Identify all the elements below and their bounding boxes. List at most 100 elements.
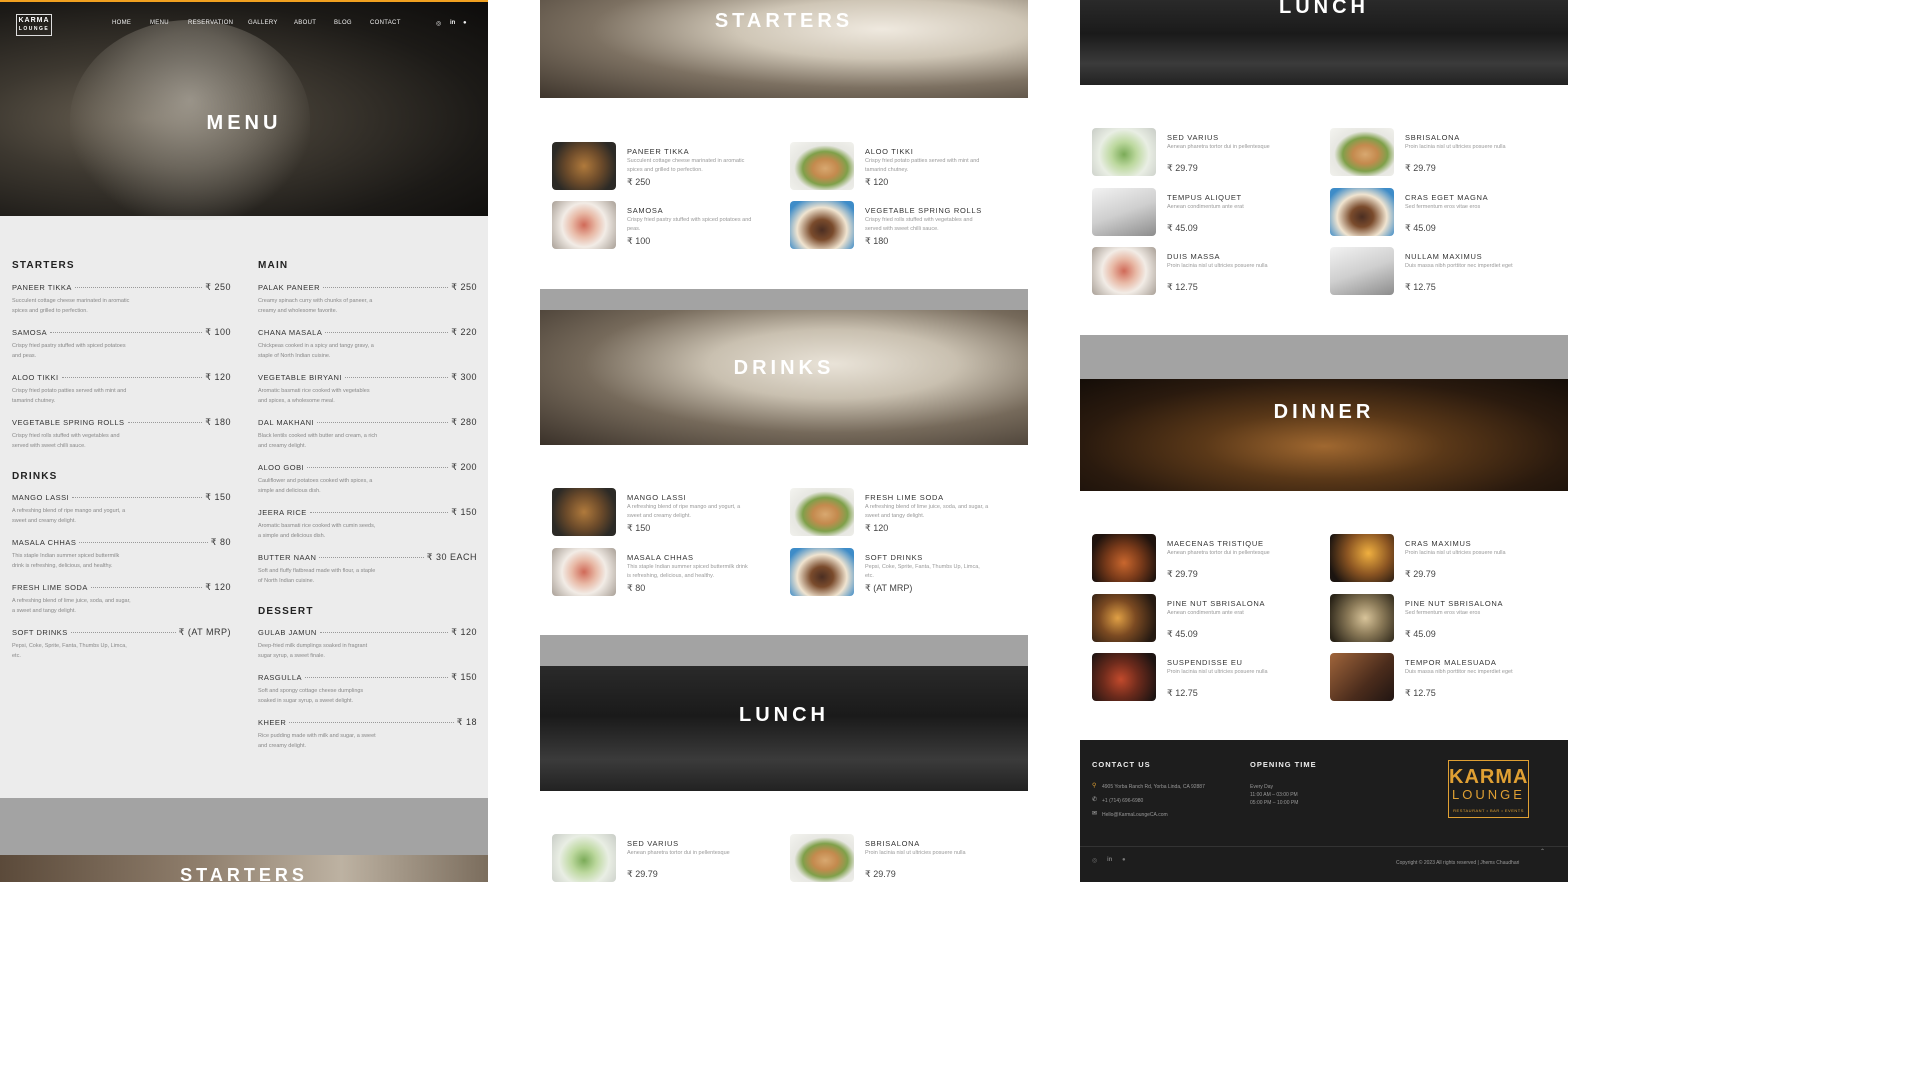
menu-card[interactable]: CRAS MAXIMUS Proin lacinia nisl ut ultri… <box>1330 534 1560 584</box>
dish-photo <box>552 142 616 190</box>
nav-menu[interactable]: MENU <box>150 20 169 26</box>
back-to-top-icon[interactable]: ⌃ <box>1540 848 1545 855</box>
menu-card[interactable]: MASALA CHHAS This staple Indian summer s… <box>552 548 782 598</box>
list-item: RASGULLA ₹ 150 Soft and spongy cottage ch… <box>258 672 477 704</box>
list-item: VEGETABLE SPRING ROLLS ₹ 180 Crispy fried… <box>12 417 231 449</box>
phone-icon: ✆ <box>1092 797 1098 803</box>
dish-photo <box>1330 128 1394 176</box>
menu-card[interactable]: SBRISALONA Proin lacinia nisl ut ultrici… <box>790 834 1020 882</box>
linkedin-icon[interactable]: in <box>450 20 455 26</box>
hours-dinner: 05:00 PM – 10:00 PM <box>1250 800 1299 806</box>
menu-card[interactable]: SBRISALONA Proin lacinia nisl ut ultrici… <box>1330 128 1560 178</box>
menu-card[interactable]: PINE NUT SBRISALONA Sed fermentum eros v… <box>1330 594 1560 644</box>
menu-card[interactable]: TEMPUS ALIQUET Aenean condimentum ante e… <box>1092 188 1322 238</box>
list-item: SOFT DRINKS ₹ (AT MRP) Pepsi, Coke, Sprit… <box>12 627 231 659</box>
footer-email[interactable]: Hello@KarmaLoungeCA.com <box>1102 811 1168 819</box>
menu-card[interactable]: DUIS MASSA Proin lacinia nisl ut ultrici… <box>1092 247 1322 297</box>
location-icon: ⚲ <box>1092 783 1097 789</box>
list-item: ALOO GOBI ₹ 200 Cauliflower and potatoes … <box>258 462 477 494</box>
menu-card[interactable]: FRESH LIME SODA A refreshing blend of li… <box>790 488 1020 538</box>
dish-photo <box>1092 594 1156 642</box>
nav-about[interactable]: ABOUT <box>294 20 316 26</box>
menu-card[interactable]: NULLAM MAXIMUS Duis massa nibh porttitor… <box>1330 247 1560 297</box>
nav-reservation[interactable]: RESERVATION <box>188 20 233 26</box>
dish-photo <box>1330 653 1394 701</box>
dish-photo <box>1330 188 1394 236</box>
page-title: MENU <box>206 112 282 134</box>
list-item: FRESH LIME SODA ₹ 120 A refreshing blend … <box>12 582 231 614</box>
section-heading-main: MAIN <box>258 260 289 271</box>
dish-photo <box>552 201 616 249</box>
list-item: CHANA MASALA ₹ 220 Chickpeas cooked in a … <box>258 327 477 359</box>
linkedin-icon[interactable]: in <box>1107 857 1112 863</box>
footer-divider <box>1080 846 1568 847</box>
hours-heading: OPENING TIME <box>1250 760 1317 769</box>
dish-photo <box>1092 188 1156 236</box>
menu-card[interactable]: MAECENAS TRISTIQUE Aenean pharetra torto… <box>1092 534 1322 584</box>
section-divider <box>540 635 1028 666</box>
list-item: VEGETABLE BIRYANI ₹ 300 Aromatic basmati … <box>258 372 477 404</box>
lunch-banner: LUNCH <box>1080 0 1568 85</box>
list-item: PALAK PANEER ₹ 250 Creamy spinach curry w… <box>258 282 477 314</box>
dish-photo <box>1330 594 1394 642</box>
copyright: Copyright © 2023 All rights reserved | J… <box>1396 860 1520 866</box>
list-item: SAMOSA ₹ 100 Crispy fried pastry stuffed … <box>12 327 231 359</box>
list-item: GULAB JAMUN ₹ 120 Deep-fried milk dumplin… <box>258 627 477 659</box>
starters-banner-title: STARTERS <box>714 10 854 32</box>
section-divider <box>1080 335 1568 379</box>
lunch-banner-title: LUNCH <box>1279 0 1369 18</box>
dish-photo <box>1092 534 1156 582</box>
nav-home[interactable]: HOME <box>112 20 131 26</box>
dish-photo <box>552 488 616 536</box>
list-item: MANGO LASSI ₹ 150 A refreshing blend of r… <box>12 492 231 524</box>
list-item: PANEER TIKKA ₹ 250 Succulent cottage chee… <box>12 282 231 314</box>
github-icon[interactable]: ● <box>1122 857 1126 863</box>
section-heading-dessert: DESSERT <box>258 606 314 617</box>
dish-photo <box>1330 247 1394 295</box>
menu-card[interactable]: SUSPENDISSE EU Proin lacinia nisl ut ult… <box>1092 653 1322 703</box>
footer-logo[interactable]: KARMA LOUNGE RESTAURANT • BAR • EVENTS <box>1448 760 1529 818</box>
hours-lunch: 11:00 AM – 03:00 PM <box>1250 792 1298 798</box>
hours-days: Every Day <box>1250 784 1274 790</box>
dish-photo <box>790 488 854 536</box>
menu-card[interactable]: SOFT DRINKS Pepsi, Coke, Sprite, Fanta, … <box>790 548 1020 598</box>
list-item: KHEER ₹ 18 Rice pudding made with milk an… <box>258 717 477 749</box>
menu-card[interactable]: PINE NUT SBRISALONA Aenean condimentum a… <box>1092 594 1322 644</box>
list-item: MASALA CHHAS ₹ 80 This staple Indian summ… <box>12 537 231 569</box>
dish-photo <box>790 201 854 249</box>
site-footer: CONTACT US ⚲ 4905 Yorba Ranch Rd, Yorba … <box>1080 740 1568 882</box>
starters-banner-title: STARTERS <box>180 865 308 882</box>
drinks-banner-title: DRINKS <box>733 357 835 379</box>
footer-phone[interactable]: +1 (714) 696-6980 <box>1102 797 1143 805</box>
menu-card[interactable]: SAMOSA Crispy fried pastry stuffed with … <box>552 201 782 251</box>
dish-photo <box>1330 534 1394 582</box>
menu-card[interactable]: MANGO LASSI A refreshing blend of ripe m… <box>552 488 782 538</box>
dinner-banner-title: DINNER <box>1273 401 1375 423</box>
instagram-icon[interactable]: ◎ <box>436 20 441 27</box>
nav-blog[interactable]: BLOG <box>334 20 352 26</box>
header-logo[interactable]: KARMA LOUNGE <box>16 14 52 36</box>
menu-card[interactable]: SED VARIUS Aenean pharetra tortor dui in… <box>1092 128 1322 178</box>
nav-gallery[interactable]: GALLERY <box>248 20 278 26</box>
dish-photo <box>790 142 854 190</box>
drinks-banner: DRINKS <box>540 310 1028 445</box>
menu-card[interactable]: PANEER TIKKA Succulent cottage cheese ma… <box>552 142 782 192</box>
nav-contact[interactable]: CONTACT <box>370 20 401 26</box>
dish-photo <box>790 548 854 596</box>
menu-card[interactable]: CRAS EGET MAGNA Sed fermentum eros vitae… <box>1330 188 1560 238</box>
lunch-dinner-column: LUNCH SED VARIUS Aenean pharetra tortor … <box>1080 0 1568 882</box>
github-icon[interactable]: ● <box>463 20 467 26</box>
dish-photo <box>552 548 616 596</box>
dish-photo <box>552 834 616 882</box>
lunch-banner: LUNCH <box>540 666 1028 791</box>
menu-card[interactable]: ALOO TIKKI Crispy fried potato patties s… <box>790 142 1020 192</box>
dish-photo <box>790 834 854 882</box>
section-divider <box>540 289 1028 310</box>
menu-card[interactable]: VEGETABLE SPRING ROLLS Crispy fried roll… <box>790 201 1020 251</box>
menu-card[interactable]: SED VARIUS Aenean pharetra tortor dui in… <box>552 834 782 882</box>
instagram-icon[interactable]: ◎ <box>1092 857 1097 864</box>
lunch-banner-title: LUNCH <box>739 704 829 726</box>
menu-card[interactable]: TEMPOR MALESUADA Duis massa nibh porttit… <box>1330 653 1560 703</box>
list-item: BUTTER NAAN ₹ 30 EACH Soft and fluffy fla… <box>258 552 477 584</box>
footer-address[interactable]: 4905 Yorba Ranch Rd, Yorba Linda, CA 928… <box>1102 783 1205 791</box>
